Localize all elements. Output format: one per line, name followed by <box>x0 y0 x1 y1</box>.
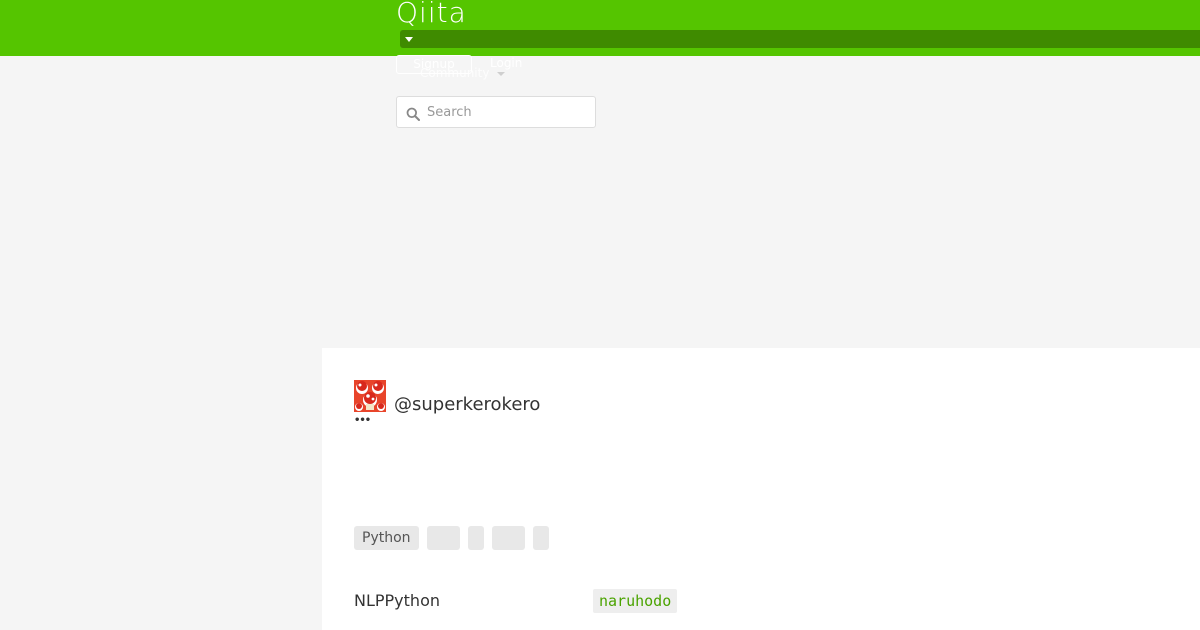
avatar[interactable] <box>354 380 386 412</box>
search-box[interactable] <box>396 96 596 128</box>
tag-item[interactable] <box>467 526 484 550</box>
inline-code: naruhodo <box>593 589 678 613</box>
chevron-down-icon[interactable] <box>497 72 505 76</box>
search-icon <box>406 106 420 121</box>
tag-item[interactable] <box>426 526 460 550</box>
article-title: NLPPython <box>354 591 440 610</box>
caret-down-icon[interactable] <box>405 37 413 42</box>
qiita-logo[interactable]: Qiita <box>396 0 467 29</box>
login-link[interactable]: Login <box>490 56 522 70</box>
tag-item[interactable] <box>532 526 549 550</box>
search-input[interactable] <box>427 97 587 127</box>
header-nav-bar[interactable] <box>400 30 1200 48</box>
tag-python[interactable]: Python <box>354 526 419 550</box>
site-header: Qiita <box>0 0 1200 56</box>
tag-list: Python <box>354 526 549 550</box>
signup-button[interactable]: Signup <box>396 55 472 74</box>
tag-item[interactable] <box>491 526 525 550</box>
article-card: ••• @superkerokero Python NLPPython naru… <box>322 348 1200 630</box>
author-username[interactable]: @superkerokero <box>394 394 540 415</box>
more-options-icon[interactable]: ••• <box>354 416 371 426</box>
